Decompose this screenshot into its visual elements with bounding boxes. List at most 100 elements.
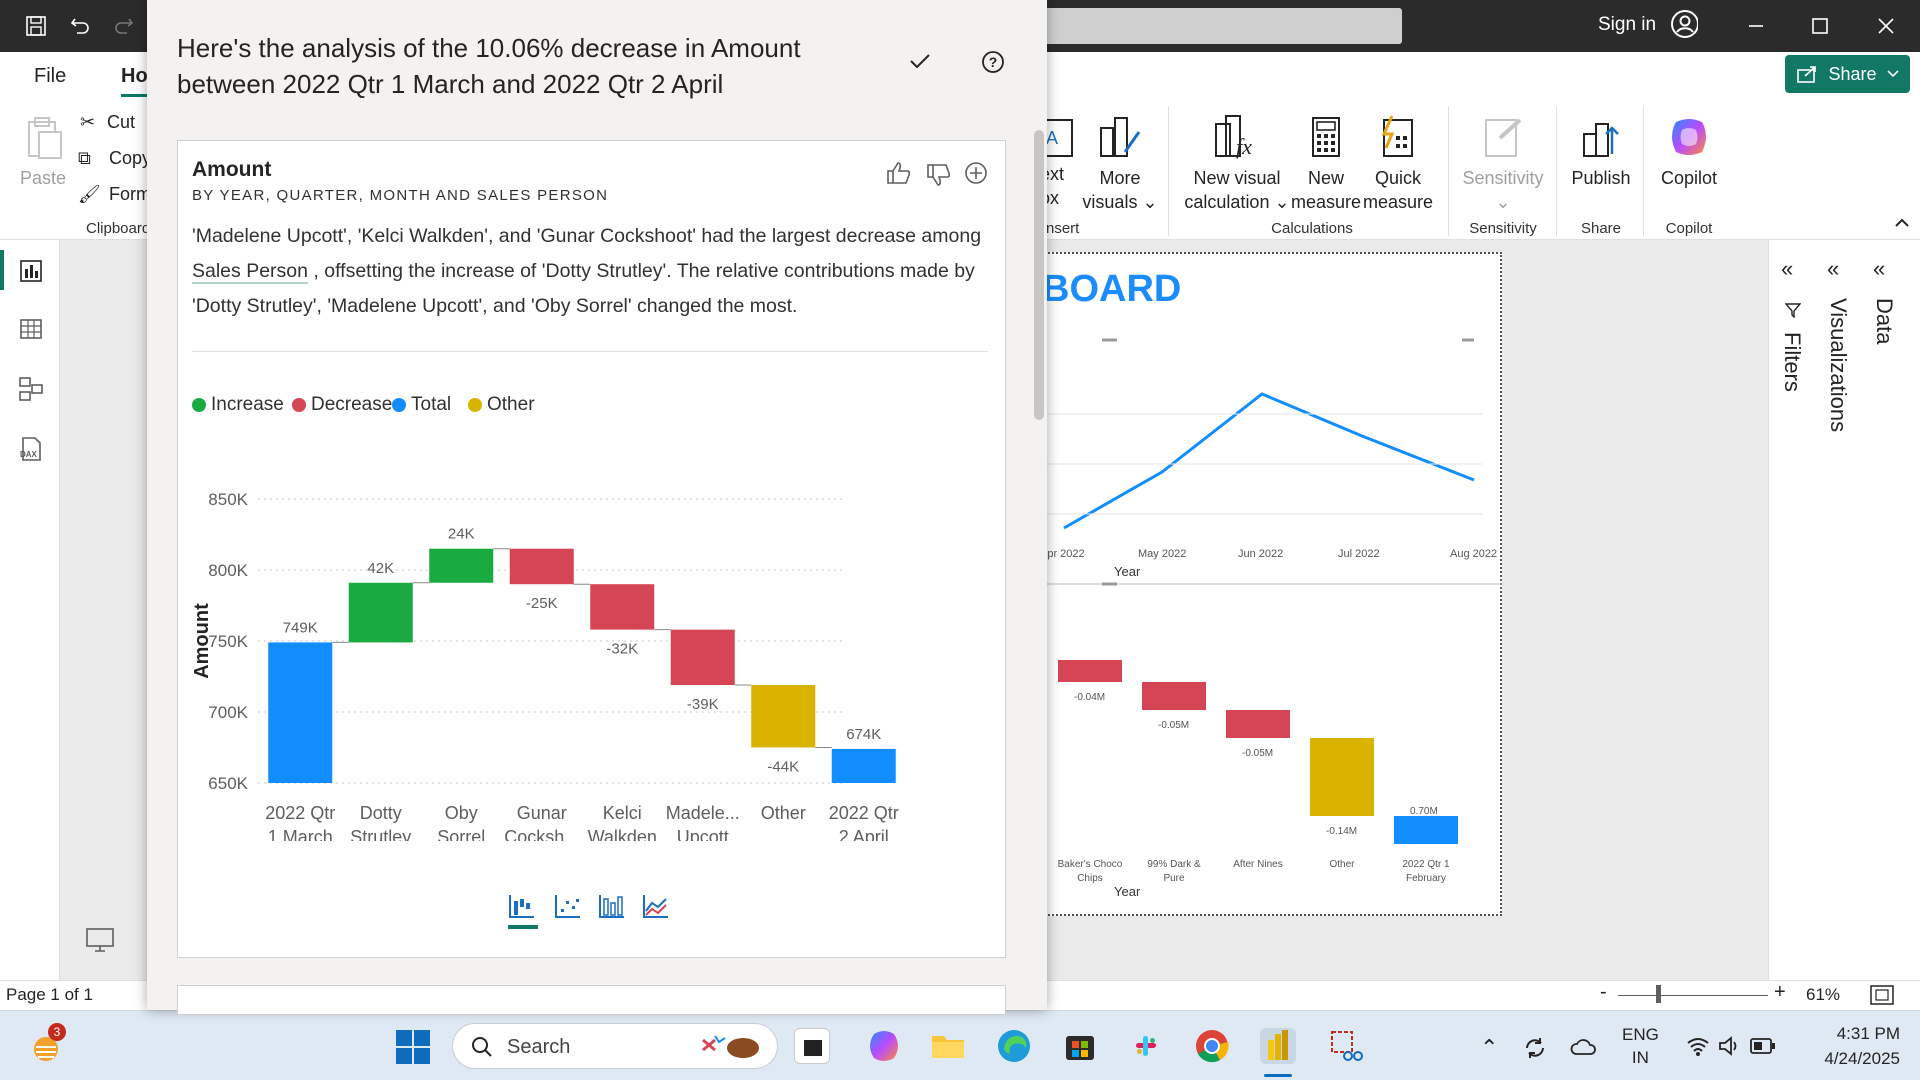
clock[interactable]: 4:31 PM 4/24/2025 [1800,1021,1900,1071]
wifi-icon[interactable] [1686,1035,1710,1057]
new-visual-calc-label-2: calculation [1184,192,1270,212]
format-painter-button[interactable]: 🖌 Form [78,182,151,206]
search-icon [471,1036,493,1058]
start-icon[interactable] [396,1030,430,1064]
zoom-slider[interactable] [1618,995,1768,996]
weather-widget-icon[interactable]: 3 [28,1023,66,1065]
save-icon[interactable] [22,12,50,40]
cut-button[interactable]: ✂ Cut [80,110,135,134]
visualizations-pane-label[interactable]: Visualizations [1825,298,1851,432]
publish-button[interactable]: Publish [1566,112,1636,190]
tab-home[interactable]: Ho [121,65,148,97]
y-tick-label: 700K [208,703,248,722]
volume-icon[interactable] [1718,1035,1742,1057]
sensitivity-button[interactable]: Sensitivity ⌄ [1458,112,1548,214]
zoom-in-button[interactable]: + [1774,981,1786,1004]
store-icon[interactable] [1062,1028,1098,1064]
undo-icon[interactable] [66,12,94,40]
collapse-ribbon-icon[interactable] [1894,216,1910,228]
chrome-icon[interactable] [1194,1028,1230,1064]
table-view-icon[interactable] [16,314,46,344]
copilot-button[interactable]: Copilot [1652,112,1726,190]
checkmark-icon[interactable] [909,52,931,70]
column-view-icon[interactable] [598,893,626,929]
quick-measure-button[interactable]: Quick measure [1362,112,1434,214]
new-measure-button[interactable]: New measure [1290,112,1362,214]
paste-icon [20,112,66,162]
account-icon[interactable] [1670,10,1698,38]
scissors-icon: ✂ [80,112,96,132]
new-visual-calculation-button[interactable]: fx New visual calculation ⌄ [1180,112,1294,214]
sync-icon[interactable] [1522,1035,1548,1061]
taskbar-search[interactable]: Search [452,1023,778,1069]
mini-value-label: -0.05M [1242,748,1274,759]
report-page[interactable]: BOARD Apr 2022 May 2022 Jun 2022 Jul 2022 Au… [1040,252,1502,916]
slack-icon[interactable] [1128,1028,1164,1064]
notification-badge: 3 [48,1023,66,1041]
collapse-filters-icon[interactable]: « [1781,256,1793,282]
waterfall-view-icon[interactable] [508,893,538,929]
collapse-data-icon[interactable]: « [1873,256,1885,282]
mini-value-label: 0.70M [1410,806,1438,817]
sensitivity-label: Sensitivity [1462,168,1544,188]
x-tick-label: Kelci [603,803,642,823]
model-view-icon[interactable] [16,374,46,404]
new-visual-calc-label-1: New visual [1193,168,1281,188]
ribbon-separator [1556,106,1557,236]
snipping-tool-icon[interactable] [1328,1028,1364,1064]
maximize-icon[interactable] [1806,12,1834,40]
zoom-out-button[interactable]: - [1600,981,1607,1004]
chevron-down-icon: ⌄ [1274,192,1290,212]
edge-icon[interactable] [996,1028,1032,1064]
share-icon [1797,66,1817,83]
filters-pane-label[interactable]: Filters [1779,332,1805,392]
more-visuals-button[interactable]: More visuals ⌄ [1082,112,1158,214]
task-view-icon[interactable] [794,1028,830,1064]
collapse-visualizations-icon[interactable]: « [1827,256,1839,282]
y-axis-title: Amount [191,603,213,679]
monitor-icon[interactable] [80,920,120,960]
onedrive-icon[interactable] [1570,1037,1598,1057]
close-icon[interactable] [1872,12,1900,40]
help-icon[interactable]: ? [981,50,1005,74]
new-measure-label-1: New [1307,168,1344,188]
fit-to-page-icon[interactable] [1870,985,1894,1005]
copilot-taskbar-icon[interactable] [866,1028,902,1064]
battery-icon[interactable] [1750,1037,1776,1055]
title-search-box[interactable] [1040,8,1402,44]
insight-card: Amount BY YEAR, QUARTER, MONTH AND SALES… [177,140,1006,958]
copy-button[interactable]: ⧉ Copy [78,146,151,170]
language-indicator[interactable]: ENG IN [1622,1023,1659,1069]
analysis-scrollbar[interactable] [1034,130,1044,420]
x-tick-label: 2022 Qtr [265,803,335,823]
waterfall-bar [590,584,655,630]
sign-in-link[interactable]: Sign in [1598,14,1656,36]
view-switcher: DAX [0,240,60,980]
x-tick-label: Dotty [360,803,402,823]
dax-query-view-icon[interactable]: DAX [16,434,46,464]
scatter-view-icon[interactable] [554,893,582,929]
redo-icon[interactable] [110,12,138,40]
power-bi-icon[interactable] [1260,1028,1296,1064]
data-label: -25K [526,595,558,612]
card-divider [192,351,988,352]
zoom-slider-thumb[interactable] [1656,985,1661,1003]
sales-person-link[interactable]: Sales Person [192,260,308,284]
data-label: 42K [367,560,394,577]
chevron-up-icon[interactable]: ⌃ [1480,1035,1498,1061]
mini-category-label: 2022 Qtr 1 February [1402,859,1450,884]
mini-category-label: Baker's Choco Chips [1057,859,1123,884]
share-button[interactable]: Share [1785,55,1910,93]
ribbon-chart-view-icon[interactable] [642,893,670,929]
mini-category-label: 99% Dark & Pure [1147,859,1201,884]
data-pane-label[interactable]: Data [1871,298,1897,344]
thumbs-up-icon[interactable] [886,161,912,185]
thumbs-down-icon[interactable] [926,163,952,187]
paste-button[interactable]: Paste [18,112,68,190]
tab-file[interactable]: File [34,65,66,88]
report-view-icon[interactable] [16,256,46,286]
add-icon[interactable] [964,161,988,185]
waterfall-bar [348,582,413,643]
minimize-icon[interactable] [1742,12,1770,40]
file-explorer-icon[interactable] [930,1028,966,1064]
